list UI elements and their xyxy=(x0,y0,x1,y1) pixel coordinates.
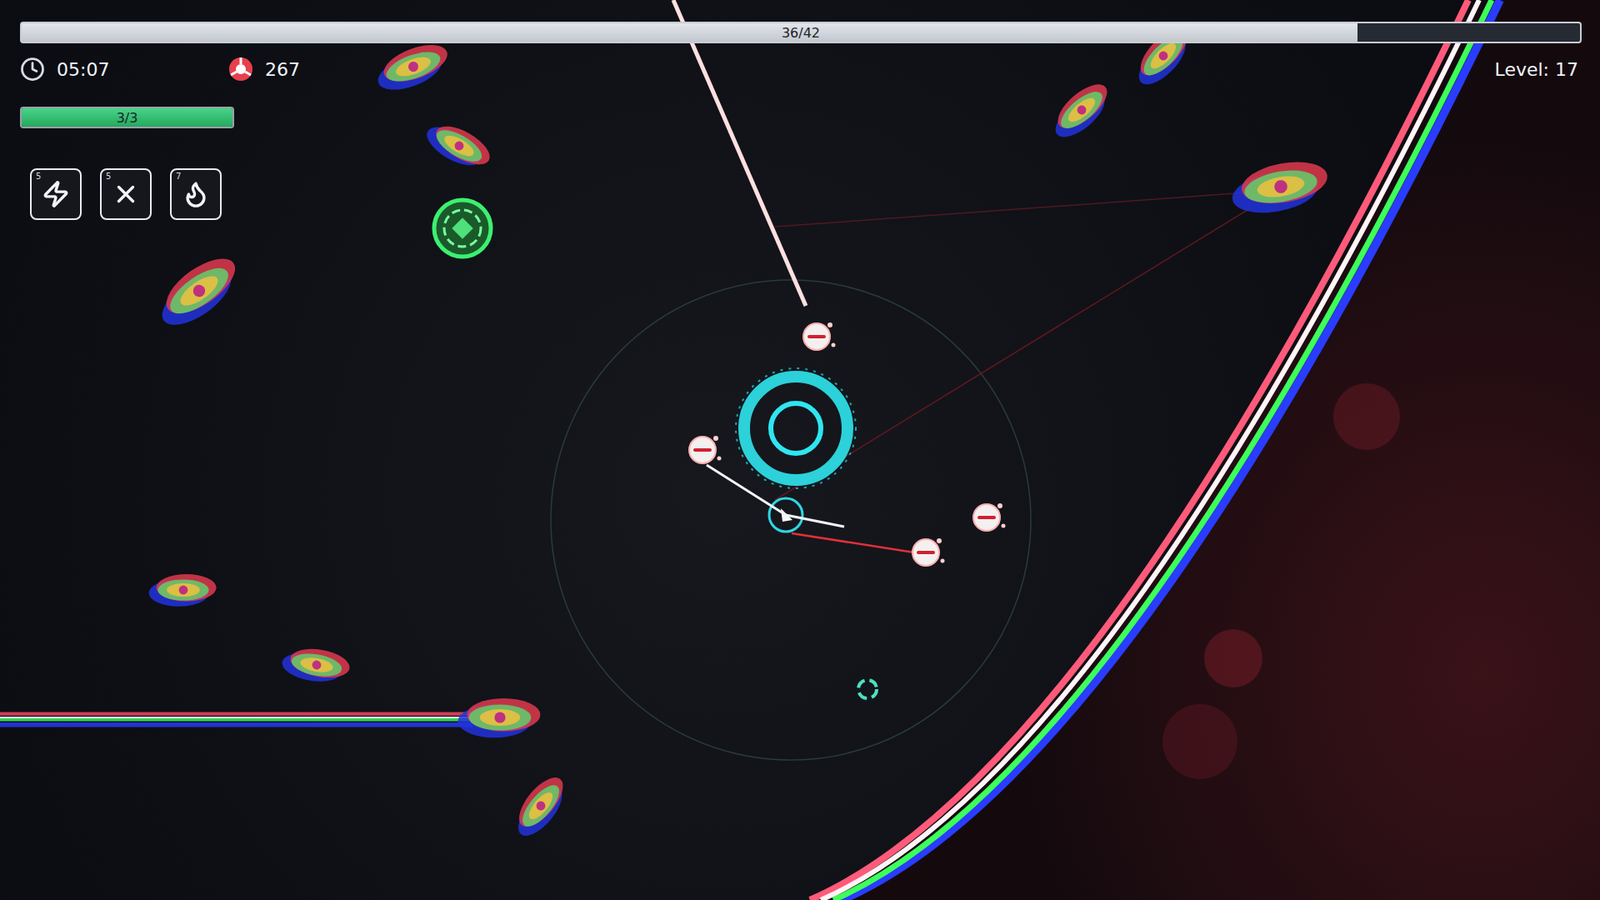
lightning-icon xyxy=(41,180,70,209)
prism-enemy xyxy=(506,770,575,844)
currency-stat: 267 xyxy=(228,56,354,82)
wave-progress-bar: 36/42 xyxy=(20,21,1582,44)
stats-row: 05:07 267 Level: 17 xyxy=(20,56,1582,82)
prism-enemy xyxy=(0,698,540,738)
game-screen: 36/42 05:07 267 Level: 17 3/3 5 5 7 xyxy=(0,0,1600,900)
currency-icon xyxy=(228,56,254,82)
ring-pickup xyxy=(858,680,877,699)
aim-line xyxy=(791,533,925,555)
ability-slot[interactable]: 7 xyxy=(170,168,222,220)
ability-row: 5 5 7 xyxy=(20,168,1582,220)
health-bar: 3/3 xyxy=(20,106,235,129)
prism-enemy xyxy=(1045,76,1118,145)
range-circle xyxy=(550,280,1031,760)
planet xyxy=(810,0,1600,900)
prism-enemy xyxy=(420,115,495,177)
hud: 36/42 05:07 267 Level: 17 3/3 5 5 7 xyxy=(0,0,1600,220)
drone-enemy xyxy=(689,435,722,464)
wave-progress-text: 36/42 xyxy=(781,25,820,41)
timer-stat: 05:07 xyxy=(20,56,145,82)
aim-line xyxy=(775,208,1250,500)
burst-icon xyxy=(181,180,210,209)
ability-slot[interactable]: 5 xyxy=(30,168,82,220)
ability-key: 5 xyxy=(35,171,41,181)
prism-enemy xyxy=(280,643,352,687)
drone-enemy xyxy=(973,503,1006,531)
wave-progress-fill xyxy=(21,23,1358,42)
prism-enemy xyxy=(149,574,217,607)
prism-enemy xyxy=(1227,155,1332,219)
clock-icon xyxy=(20,56,45,82)
currency-value: 267 xyxy=(265,59,300,80)
shield-pickup xyxy=(434,200,491,257)
prism-enemy xyxy=(149,248,248,335)
cross-icon xyxy=(111,180,140,209)
level-text: Level: 17 xyxy=(1495,59,1582,80)
ability-key: 5 xyxy=(105,171,111,181)
laser-beam xyxy=(673,0,806,306)
player-ship xyxy=(706,465,845,532)
health-text: 3/3 xyxy=(116,110,139,126)
drone-enemy xyxy=(803,322,836,350)
core-ring xyxy=(735,368,856,489)
drone-enemy xyxy=(912,538,945,566)
prism-enemy xyxy=(371,37,455,97)
stat-group: 05:07 267 xyxy=(20,56,354,82)
timer-value: 05:07 xyxy=(56,59,110,80)
ability-key: 7 xyxy=(175,171,181,181)
playfield[interactable] xyxy=(0,0,1600,900)
aim-line xyxy=(775,191,1259,227)
ability-slot[interactable]: 5 xyxy=(100,168,152,220)
